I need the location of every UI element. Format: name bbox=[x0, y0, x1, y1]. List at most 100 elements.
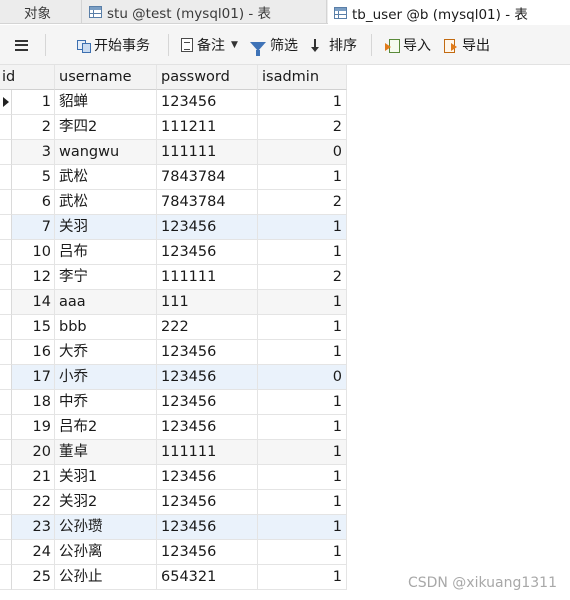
row-indicator[interactable] bbox=[0, 90, 12, 115]
cell-id[interactable]: 7 bbox=[12, 215, 55, 240]
cell-isadmin[interactable]: 1 bbox=[258, 565, 347, 590]
cell-username[interactable]: aaa bbox=[55, 290, 157, 315]
cell-password[interactable]: 123456 bbox=[157, 515, 258, 540]
tab-stu-table[interactable]: stu @test (mysql01) - 表 bbox=[83, 0, 327, 24]
cell-id[interactable]: 16 bbox=[12, 340, 55, 365]
cell-password[interactable]: 222 bbox=[157, 315, 258, 340]
table-row[interactable]: 7 关羽 123456 1 bbox=[0, 215, 570, 240]
cell-id[interactable]: 3 bbox=[12, 140, 55, 165]
cell-isadmin[interactable]: 1 bbox=[258, 465, 347, 490]
cell-username[interactable]: 吕布 bbox=[55, 240, 157, 265]
row-indicator[interactable] bbox=[0, 190, 12, 215]
cell-isadmin[interactable]: 1 bbox=[258, 540, 347, 565]
cell-isadmin[interactable]: 1 bbox=[258, 490, 347, 515]
row-indicator[interactable] bbox=[0, 140, 12, 165]
cell-password[interactable]: 123456 bbox=[157, 240, 258, 265]
cell-isadmin[interactable]: 1 bbox=[258, 90, 347, 115]
cell-isadmin[interactable]: 2 bbox=[258, 190, 347, 215]
column-header-username[interactable]: username bbox=[55, 65, 157, 90]
cell-id[interactable]: 6 bbox=[12, 190, 55, 215]
cell-username[interactable]: 中乔 bbox=[55, 390, 157, 415]
row-indicator[interactable] bbox=[0, 265, 12, 290]
row-indicator[interactable] bbox=[0, 240, 12, 265]
cell-id[interactable]: 12 bbox=[12, 265, 55, 290]
filter-button[interactable]: 筛选 bbox=[250, 25, 298, 65]
cell-password[interactable]: 7843784 bbox=[157, 165, 258, 190]
cell-id[interactable]: 21 bbox=[12, 465, 55, 490]
cell-username[interactable]: 李宁 bbox=[55, 265, 157, 290]
column-header-isadmin[interactable]: isadmin bbox=[258, 65, 347, 90]
cell-password[interactable]: 111 bbox=[157, 290, 258, 315]
cell-username[interactable]: 李四2 bbox=[55, 115, 157, 140]
row-indicator[interactable] bbox=[0, 515, 12, 540]
cell-id[interactable]: 20 bbox=[12, 440, 55, 465]
cell-isadmin[interactable]: 1 bbox=[258, 515, 347, 540]
cell-password[interactable]: 111111 bbox=[157, 140, 258, 165]
cell-isadmin[interactable]: 1 bbox=[258, 440, 347, 465]
cell-isadmin[interactable]: 2 bbox=[258, 265, 347, 290]
table-row[interactable]: 10 吕布 123456 1 bbox=[0, 240, 570, 265]
row-indicator[interactable] bbox=[0, 490, 12, 515]
cell-password[interactable]: 123456 bbox=[157, 415, 258, 440]
cell-id[interactable]: 23 bbox=[12, 515, 55, 540]
cell-username[interactable]: wangwu bbox=[55, 140, 157, 165]
cell-password[interactable]: 111111 bbox=[157, 265, 258, 290]
cell-isadmin[interactable]: 1 bbox=[258, 390, 347, 415]
row-indicator[interactable] bbox=[0, 415, 12, 440]
cell-username[interactable]: 公孙止 bbox=[55, 565, 157, 590]
cell-password[interactable]: 111111 bbox=[157, 440, 258, 465]
table-row[interactable]: 5 武松 7843784 1 bbox=[0, 165, 570, 190]
row-indicator[interactable] bbox=[0, 540, 12, 565]
row-indicator[interactable] bbox=[0, 440, 12, 465]
column-header-id[interactable]: id bbox=[0, 65, 55, 90]
row-indicator[interactable] bbox=[0, 290, 12, 315]
table-row[interactable]: 1 貂蝉 123456 1 bbox=[0, 90, 570, 115]
cell-username[interactable]: 关羽 bbox=[55, 215, 157, 240]
cell-isadmin[interactable]: 1 bbox=[258, 165, 347, 190]
cell-password[interactable]: 123456 bbox=[157, 215, 258, 240]
cell-password[interactable]: 123456 bbox=[157, 340, 258, 365]
cell-username[interactable]: 董卓 bbox=[55, 440, 157, 465]
table-row[interactable]: 24 公孙离 123456 1 bbox=[0, 540, 570, 565]
row-indicator[interactable] bbox=[0, 390, 12, 415]
row-indicator[interactable] bbox=[0, 215, 12, 240]
cell-id[interactable]: 5 bbox=[12, 165, 55, 190]
begin-transaction-button[interactable]: 开始事务 bbox=[76, 25, 150, 65]
table-row[interactable]: 14 aaa 111 1 bbox=[0, 290, 570, 315]
cell-username[interactable]: 武松 bbox=[55, 190, 157, 215]
cell-username[interactable]: 公孙离 bbox=[55, 540, 157, 565]
cell-id[interactable]: 1 bbox=[12, 90, 55, 115]
table-row[interactable]: 12 李宁 111111 2 bbox=[0, 265, 570, 290]
cell-id[interactable]: 24 bbox=[12, 540, 55, 565]
note-button[interactable]: 备注 ▼ bbox=[181, 25, 238, 65]
menu-button[interactable] bbox=[15, 25, 32, 65]
row-indicator[interactable] bbox=[0, 115, 12, 140]
cell-isadmin[interactable]: 1 bbox=[258, 315, 347, 340]
table-row[interactable]: 3 wangwu 111111 0 bbox=[0, 140, 570, 165]
row-indicator[interactable] bbox=[0, 565, 12, 590]
table-row[interactable]: 21 关羽1 123456 1 bbox=[0, 465, 570, 490]
cell-username[interactable]: 貂蝉 bbox=[55, 90, 157, 115]
import-button[interactable]: 导入 bbox=[385, 25, 431, 65]
cell-password[interactable]: 123456 bbox=[157, 90, 258, 115]
cell-password[interactable]: 123456 bbox=[157, 465, 258, 490]
table-row[interactable]: 16 大乔 123456 1 bbox=[0, 340, 570, 365]
cell-id[interactable]: 14 bbox=[12, 290, 55, 315]
table-row[interactable]: 22 关羽2 123456 1 bbox=[0, 490, 570, 515]
cell-id[interactable]: 18 bbox=[12, 390, 55, 415]
cell-username[interactable]: 公孙瓒 bbox=[55, 515, 157, 540]
table-row[interactable]: 20 董卓 111111 1 bbox=[0, 440, 570, 465]
tab-objects[interactable]: 对象 bbox=[0, 0, 82, 24]
cell-password[interactable]: 654321 bbox=[157, 565, 258, 590]
table-row[interactable]: 23 公孙瓒 123456 1 bbox=[0, 515, 570, 540]
cell-id[interactable]: 10 bbox=[12, 240, 55, 265]
cell-isadmin[interactable]: 0 bbox=[258, 140, 347, 165]
row-indicator[interactable] bbox=[0, 165, 12, 190]
table-row[interactable]: 18 中乔 123456 1 bbox=[0, 390, 570, 415]
cell-username[interactable]: 大乔 bbox=[55, 340, 157, 365]
table-row[interactable]: 2 李四2 111211 2 bbox=[0, 115, 570, 140]
cell-username[interactable]: 吕布2 bbox=[55, 415, 157, 440]
cell-id[interactable]: 25 bbox=[12, 565, 55, 590]
cell-id[interactable]: 15 bbox=[12, 315, 55, 340]
cell-password[interactable]: 123456 bbox=[157, 365, 258, 390]
